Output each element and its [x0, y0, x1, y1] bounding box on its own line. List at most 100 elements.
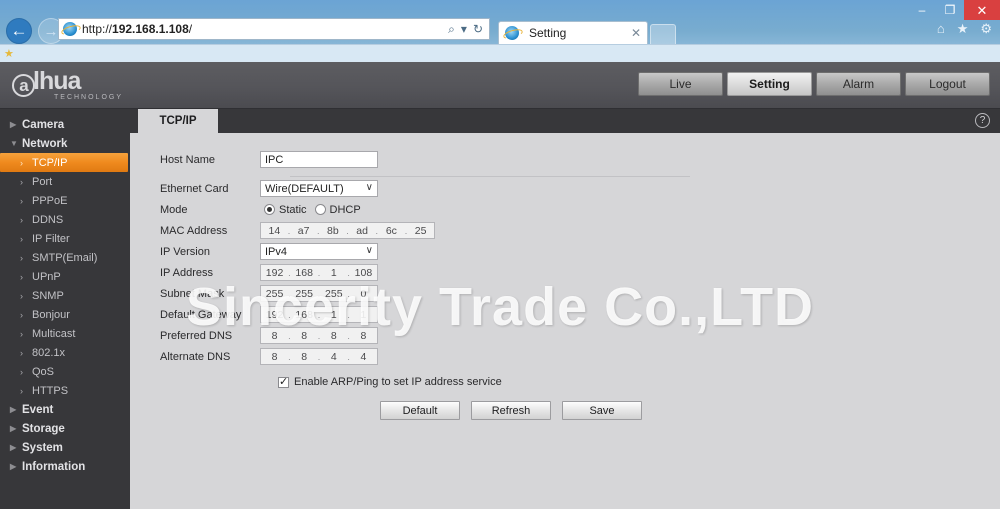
dns-octet: 4: [330, 350, 337, 363]
chevron-right-icon: ›: [20, 176, 23, 187]
sidebar-item-information[interactable]: ▶ Information: [0, 457, 130, 476]
chevron-down-icon[interactable]: ▾: [461, 22, 467, 36]
chevron-right-icon: ›: [20, 328, 23, 339]
browser-chrome: – ❐ ✕ ← → http://192.168.1.108/ ⌕ ▾ ↻ Se…: [0, 0, 1000, 62]
browser-tab-setting[interactable]: Setting ✕: [498, 21, 648, 44]
dns-octet: 8: [330, 329, 337, 342]
sidebar-item-smtp-email[interactable]: › SMTP(Email): [0, 248, 130, 267]
chevron-right-icon: ›: [20, 385, 23, 396]
refresh-icon[interactable]: ↻: [473, 22, 483, 36]
ethernet-card-value: Wire(DEFAULT): [265, 182, 344, 195]
tools-gear-icon[interactable]: ⚙: [980, 21, 992, 37]
sidebar-item-ip-filter[interactable]: › IP Filter: [0, 229, 130, 248]
nav-setting-button[interactable]: Setting: [727, 72, 812, 96]
new-tab-button[interactable]: [650, 24, 676, 44]
chevron-right-icon: ▶: [10, 424, 17, 433]
sidebar-item-label: TCP/IP: [32, 156, 68, 169]
sidebar-item-multicast[interactable]: › Multicast: [0, 324, 130, 343]
ip-version-select[interactable]: IPv4 ∨: [260, 243, 378, 260]
tab-tcpip[interactable]: TCP/IP: [138, 109, 218, 133]
mode-radio-dhcp[interactable]: DHCP: [314, 203, 361, 216]
mac-octet: 8b: [327, 224, 339, 237]
mask-octet: 255: [295, 287, 313, 300]
ethernet-card-label: Ethernet Card: [160, 182, 229, 195]
radio-selected-icon: [264, 204, 275, 215]
default-button[interactable]: Default: [380, 401, 460, 420]
default-gateway-input[interactable]: 192. 168. 1. 1: [260, 306, 378, 323]
ip-address-input[interactable]: 192. 168. 1. 108: [260, 264, 378, 281]
dns-octet: 8: [271, 350, 278, 363]
chevron-right-icon: ›: [20, 195, 23, 206]
sidebar-item-camera[interactable]: ▶ Camera: [0, 115, 130, 134]
address-bar-actions: ⌕ ▾ ↻: [448, 22, 485, 37]
chevron-down-icon: ∨: [365, 245, 373, 256]
url-path: /: [188, 22, 193, 36]
sidebar-item-network[interactable]: ▼ Network: [0, 134, 130, 153]
browser-tab-label: Setting: [529, 26, 567, 40]
ip-octet: 1: [330, 266, 337, 279]
chevron-right-icon: ›: [20, 271, 23, 282]
sidebar-item-label: Port: [32, 175, 53, 188]
chevron-right-icon: ▶: [10, 462, 17, 471]
radio-unselected-icon: [314, 204, 326, 215]
sidebar-item-https[interactable]: › HTTPS: [0, 381, 130, 400]
field-row-default-gateway: Default Gateway 192. 168. 1. 1: [130, 304, 378, 325]
nav-logout-button[interactable]: Logout: [905, 72, 990, 96]
sidebar-item-ddns[interactable]: › DDNS: [0, 210, 130, 229]
host-name-input[interactable]: IPC: [260, 151, 378, 168]
sidebar-item-system[interactable]: ▶ System: [0, 438, 130, 457]
search-icon[interactable]: ⌕: [448, 22, 455, 37]
form-divider: [290, 176, 690, 177]
mode-option-label: DHCP: [329, 203, 361, 216]
sidebar-item-pppoe[interactable]: › PPPoE: [0, 191, 130, 210]
dns-octet: 8: [301, 350, 308, 363]
mode-radio-static[interactable]: Static: [264, 204, 307, 216]
subnet-mask-input[interactable]: 255. 255. 255. 0: [260, 285, 378, 302]
sidebar-item-label: Storage: [22, 422, 65, 435]
refresh-button[interactable]: Refresh: [471, 401, 551, 420]
home-icon[interactable]: ⌂: [937, 21, 945, 37]
chevron-right-icon: ›: [20, 214, 23, 225]
url-scheme: http://: [82, 22, 113, 36]
sidebar-item-event[interactable]: ▶ Event: [0, 400, 130, 419]
sidebar-item-upnp[interactable]: › UPnP: [0, 267, 130, 286]
gateway-octet: 1: [330, 308, 337, 321]
sidebar-item-label: UPnP: [32, 270, 61, 283]
header-nav: Live Setting Alarm Logout: [638, 72, 990, 96]
form-buttons: Default Refresh Save: [380, 401, 642, 420]
sidebar-item-port[interactable]: › Port: [0, 172, 130, 191]
mac-octet: 6c: [385, 224, 397, 237]
checkbox-checked-icon[interactable]: [278, 375, 289, 388]
nav-live-button[interactable]: Live: [638, 72, 723, 96]
favorites-icon[interactable]: ★: [957, 21, 969, 37]
field-row-mode: Mode Static DHCP: [130, 199, 369, 220]
mask-octet: 255: [325, 287, 343, 300]
preferred-dns-input[interactable]: 8. 8. 8. 8: [260, 327, 378, 344]
ethernet-card-select[interactable]: Wire(DEFAULT) ∨: [260, 180, 378, 197]
logo-subtitle: TECHNOLOGY: [54, 94, 124, 101]
device-header: a lhua TECHNOLOGY Live Setting Alarm Logo…: [0, 62, 1000, 109]
help-icon[interactable]: ?: [975, 113, 990, 128]
address-bar[interactable]: http://192.168.1.108/ ⌕ ▾ ↻: [58, 18, 490, 40]
favorites-bar-star-icon[interactable]: ★: [4, 47, 14, 60]
nav-alarm-button[interactable]: Alarm: [816, 72, 901, 96]
sidebar-item-label: Information: [22, 460, 86, 473]
field-row-ip-version: IP Version IPv4 ∨: [130, 241, 378, 262]
sidebar-item-802-1x[interactable]: › 802.1x: [0, 343, 130, 362]
alternate-dns-input[interactable]: 8. 8. 4. 4: [260, 348, 378, 365]
sidebar-item-storage[interactable]: ▶ Storage: [0, 419, 130, 438]
sidebar-item-qos[interactable]: › QoS: [0, 362, 130, 381]
arp-ping-checkbox-row[interactable]: Enable ARP/Ping to set IP address servic…: [278, 375, 502, 388]
ip-octet: 168: [295, 266, 313, 279]
save-button[interactable]: Save: [562, 401, 642, 420]
back-icon[interactable]: ←: [6, 18, 32, 44]
logo-a-letter: a: [12, 74, 35, 97]
tab-close-icon[interactable]: ✕: [619, 26, 641, 40]
sidebar-item-bonjour[interactable]: › Bonjour: [0, 305, 130, 324]
sidebar-item-snmp[interactable]: › SNMP: [0, 286, 130, 305]
mask-octet: 255: [265, 287, 284, 300]
sidebar-item-label: HTTPS: [32, 384, 69, 397]
sidebar-item-label: IP Filter: [32, 232, 70, 245]
chevron-right-icon: ›: [20, 252, 23, 263]
sidebar-item-tcpip[interactable]: › TCP/IP: [0, 153, 128, 172]
